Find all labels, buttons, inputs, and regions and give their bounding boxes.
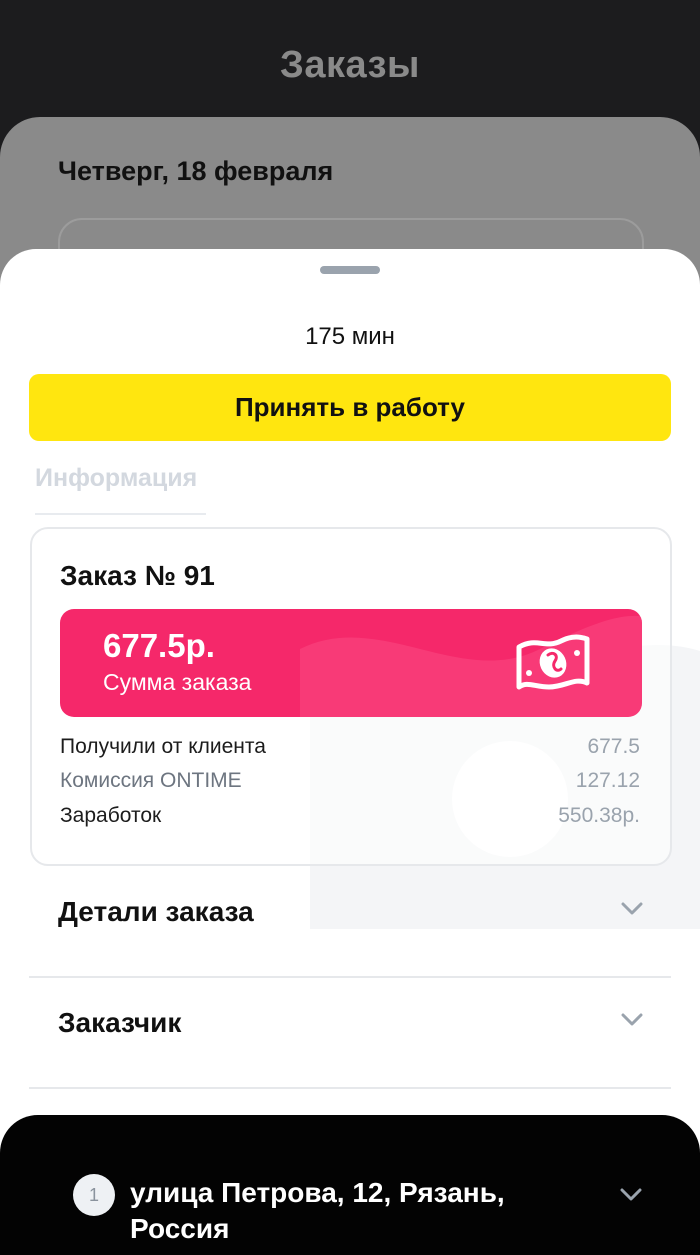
earnings-label: Заработок <box>60 804 162 827</box>
order-bottom-sheet: 175 мин Принять в работу Информация Зака… <box>0 249 700 1244</box>
order-sum-value: 677.5р. <box>103 627 215 664</box>
chevron-down-icon[interactable] <box>620 1188 642 1202</box>
order-summary-card: Заказ № 91 677.5р. Сумма заказа Получили… <box>30 527 672 866</box>
order-details-label: Детали заказа <box>58 896 254 927</box>
orders-date-heading: Четверг, 18 февраля <box>58 156 334 186</box>
chevron-down-icon[interactable] <box>621 1013 643 1027</box>
order-number-title: Заказ № 91 <box>60 560 215 591</box>
accept-order-button[interactable]: Принять в работу <box>29 374 671 441</box>
payment-row-earnings: Заработок 550.38р. <box>60 804 640 834</box>
stop-address: улица Петрова, 12, Рязань, Россия <box>130 1177 505 1244</box>
tab-information[interactable]: Информация <box>35 464 206 515</box>
money-bill-icon <box>516 634 590 690</box>
stop-number-badge: 1 <box>73 1174 115 1216</box>
payment-value: 677.5 <box>587 735 640 758</box>
chevron-down-icon[interactable] <box>621 902 643 916</box>
customer-accordion[interactable]: Заказчик <box>29 977 671 1089</box>
payment-row-received: Получили от клиента 677.5 <box>60 735 640 765</box>
payment-row-commission: Комиссия ONTIME 127.12 <box>60 769 640 799</box>
delivery-time: 175 мин <box>305 323 395 350</box>
payment-label: Получили от клиента <box>60 735 266 758</box>
sheet-drag-handle[interactable] <box>320 266 380 274</box>
customer-label: Заказчик <box>58 1007 182 1038</box>
order-details-accordion[interactable]: Детали заказа <box>29 866 671 978</box>
route-panel[interactable]: 1 улица Петрова, 12, Рязань, Россия <box>0 1115 700 1255</box>
commission-value: 127.12 <box>575 769 640 792</box>
earnings-value: 550.38р. <box>558 804 640 827</box>
commission-label: Комиссия ONTIME <box>60 769 242 792</box>
order-sum-banner: 677.5р. Сумма заказа <box>60 609 642 717</box>
order-sum-label: Сумма заказа <box>103 669 252 695</box>
page-title: Заказы <box>280 44 420 86</box>
